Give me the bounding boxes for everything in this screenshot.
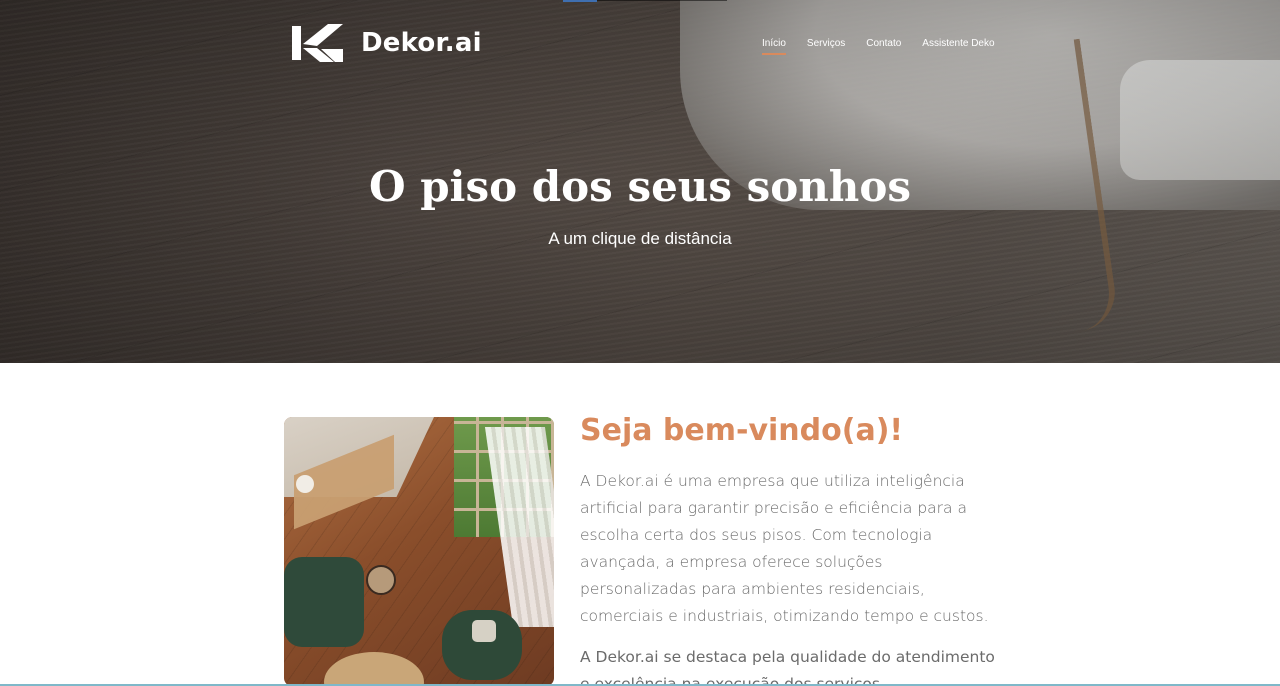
hero-section: Dekor.ai Início Serviços Contato Assiste… (0, 0, 1280, 363)
hero-subtitle: A um clique de distância (548, 229, 732, 248)
nav-item-servicos[interactable]: Serviços (807, 38, 845, 55)
about-paragraph-1: A Dekor.ai é uma empresa que utiliza int… (580, 472, 989, 625)
nav-item-inicio[interactable]: Início (762, 38, 786, 55)
main-nav: Início Serviços Contato Assistente Deko (762, 38, 995, 55)
top-progress-line (597, 0, 727, 1)
about-paragraph-2: A Dekor.ai se destaca pela qualidade do … (580, 648, 995, 686)
hero-title: O piso dos seus sonhos (368, 162, 912, 211)
welcome-title: Seja bem-vindo(a)! (580, 413, 904, 448)
nav-item-assistente-deko[interactable]: Assistente Deko (922, 38, 994, 55)
living-room-photo (284, 417, 554, 686)
logo-text: Dekor.ai (361, 28, 482, 58)
top-progress-mark (563, 0, 597, 2)
dekor-k-logo-icon (292, 24, 343, 62)
logo-link[interactable]: Dekor.ai (290, 22, 482, 64)
photo-armchair (284, 557, 364, 647)
photo-side-table (366, 565, 396, 595)
photo-vase (296, 475, 314, 493)
photo-pillow (472, 620, 496, 642)
nav-item-contato[interactable]: Contato (866, 38, 901, 55)
